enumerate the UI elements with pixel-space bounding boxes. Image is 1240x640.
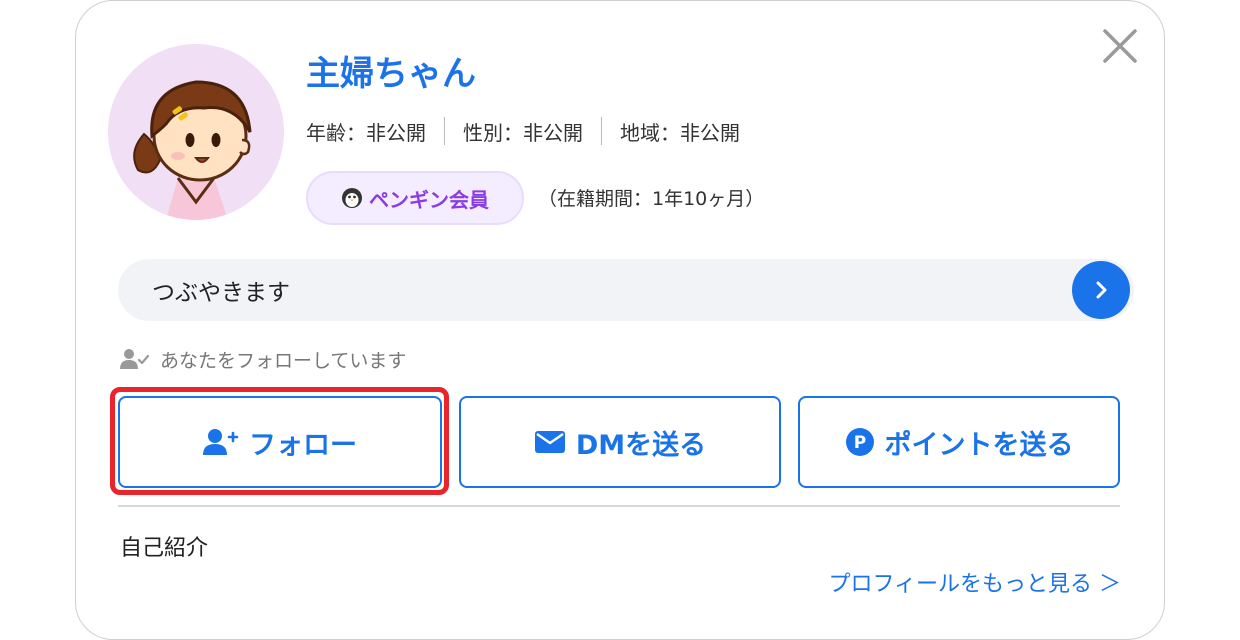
region-info: 地域：非公開 [620, 120, 740, 145]
more-profile-link[interactable]: プロフィールをもっと見る ＞ [783, 566, 1121, 598]
section-divider [118, 505, 1120, 507]
profile-name: 主婦ちゃん [306, 54, 476, 94]
divider [601, 117, 602, 145]
penguin-icon [342, 188, 362, 208]
avatar [108, 44, 284, 220]
tweet-bar[interactable]: つぶやきます [118, 259, 1134, 321]
user-plus-icon [203, 429, 239, 455]
age-info: 年齢：非公開 [306, 120, 426, 145]
intro-label: 自己紹介 [120, 536, 209, 561]
dm-button-label: DMを送る [575, 429, 707, 461]
chevron-right-icon [1096, 281, 1107, 299]
membership-badge: ペンギン会員 [306, 171, 524, 225]
divider [444, 117, 445, 145]
user-check-icon [120, 349, 150, 369]
dm-button[interactable]: DMを送る [459, 396, 781, 488]
follow-button[interactable]: フォロー [118, 396, 442, 488]
point-icon: P [845, 428, 874, 456]
points-button-label: ポイントを送る [884, 429, 1074, 461]
badge-label: ペンギン会員 [369, 187, 489, 212]
close-icon[interactable] [1100, 26, 1140, 66]
tweet-label: つぶやきます [152, 280, 290, 306]
svg-text:P: P [853, 433, 865, 453]
follow-status-text: あなたをフォローしています [160, 349, 407, 372]
membership-tenure: （在籍期間：1年10ヶ月） [538, 188, 765, 210]
profile-meta: 年齢：非公開 性別：非公開 地域：非公開 [306, 116, 740, 146]
mail-icon [534, 431, 565, 453]
gender-info: 性別：非公開 [463, 120, 583, 145]
send-points-button[interactable]: P ポイントを送る [798, 396, 1120, 488]
follow-status: あなたをフォローしています [120, 344, 406, 374]
follow-button-label: フォロー [249, 429, 357, 461]
tweet-arrow-button[interactable] [1072, 261, 1130, 319]
